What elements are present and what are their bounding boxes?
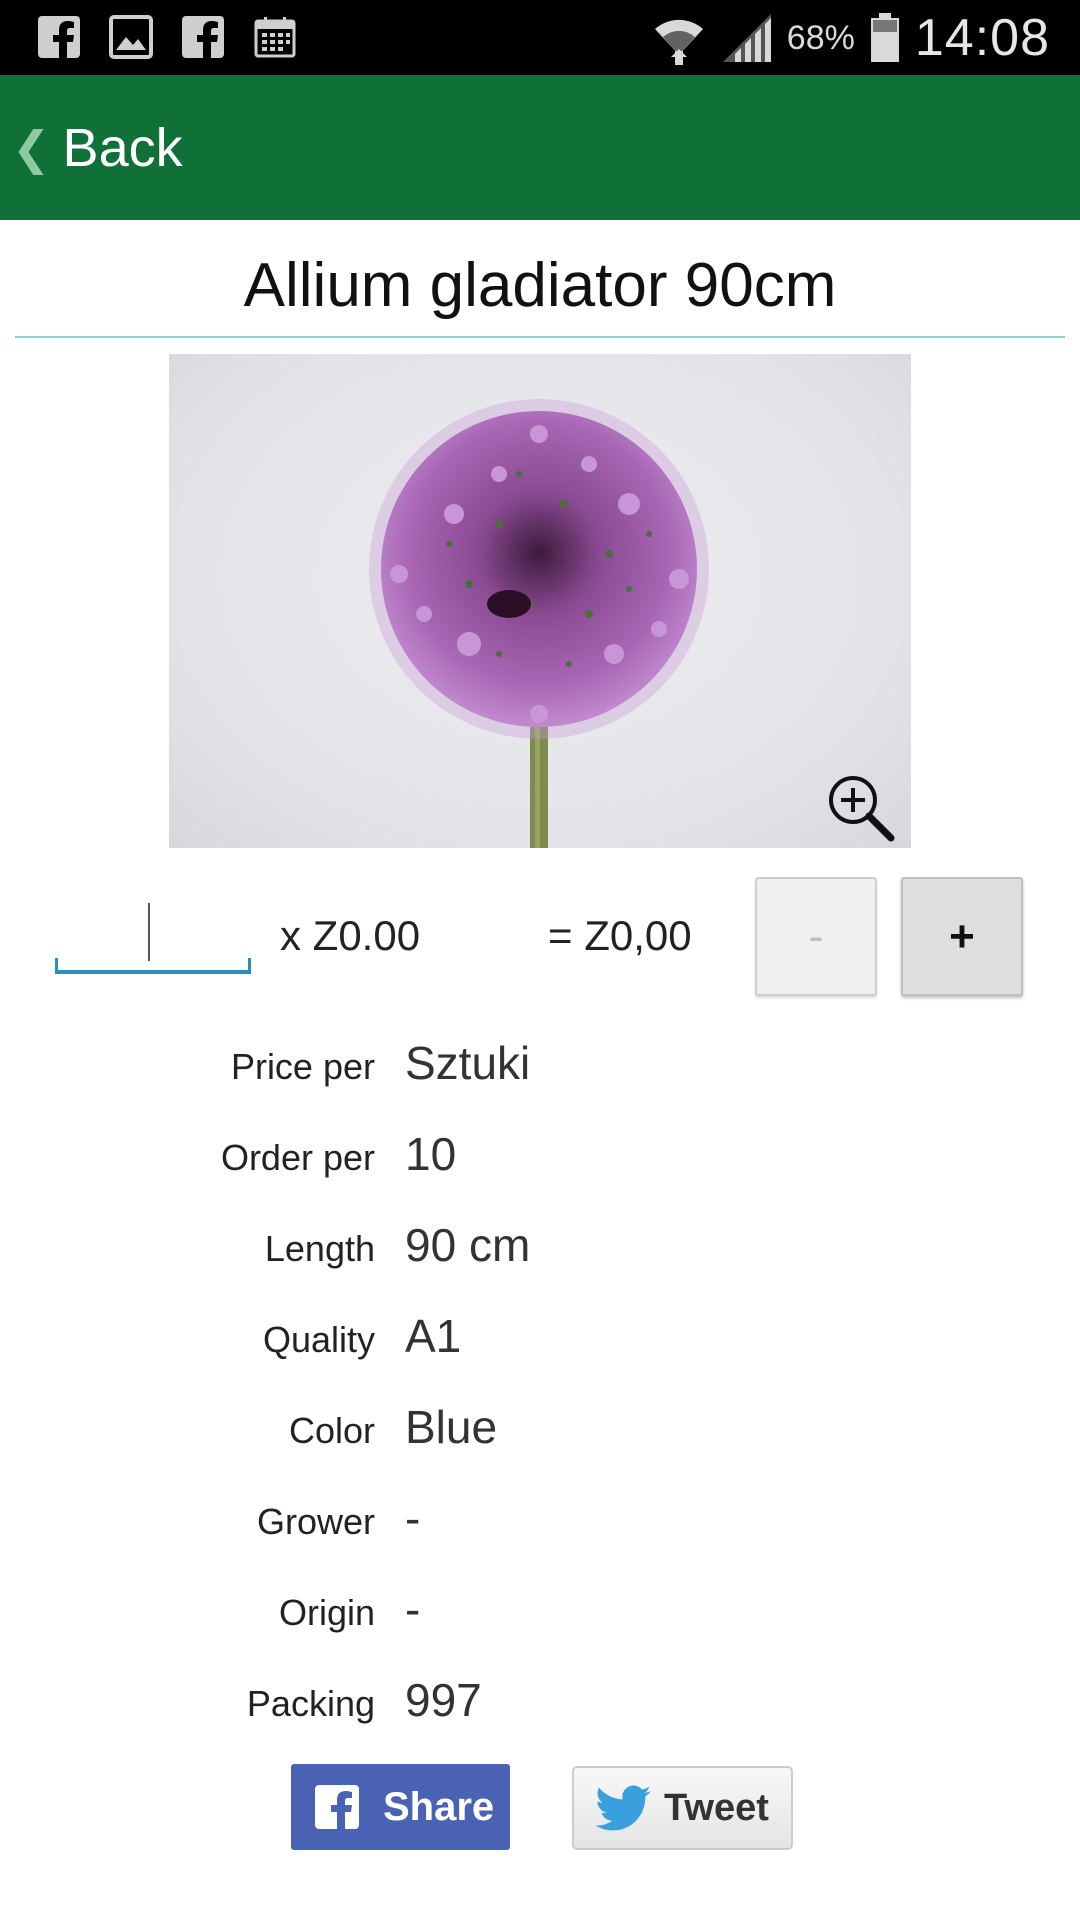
calendar-notification-icon — [252, 14, 298, 60]
quantity-input[interactable] — [55, 900, 251, 974]
back-chevron-icon: ❮ — [12, 122, 51, 174]
detail-label: Packing — [246, 1683, 375, 1724]
detail-value: A1 — [405, 1310, 462, 1362]
product-image[interactable] — [169, 354, 911, 848]
facebook-share-button[interactable]: Share — [291, 1764, 510, 1850]
detail-value: - — [405, 1583, 421, 1635]
quantity-input-edge — [248, 958, 251, 974]
detail-row-length: Length 90 cm — [0, 1206, 1080, 1297]
notification-icons — [36, 14, 298, 60]
back-label: Back — [62, 118, 183, 178]
quantity-input-edge — [55, 958, 58, 974]
detail-value: Sztuki — [405, 1037, 531, 1089]
decrease-quantity-button[interactable]: - — [755, 877, 877, 996]
detail-label: Quality — [262, 1319, 375, 1360]
unit-price: x Z0.00 — [280, 912, 421, 959]
detail-label: Length — [264, 1228, 375, 1269]
system-status: 68% 14:08 — [651, 8, 1050, 68]
detail-label: Grower — [256, 1501, 375, 1542]
detail-value: - — [405, 1492, 421, 1544]
status-bar: 68% 14:08 — [0, 0, 1080, 75]
detail-row-grower: Grower - — [0, 1479, 1080, 1570]
zoom-in-icon[interactable] — [825, 772, 897, 844]
detail-label: Color — [288, 1410, 375, 1451]
detail-row-price-per: Price per Sztuki — [0, 1024, 1080, 1115]
app-bar: ❮ Back — [0, 75, 1080, 220]
detail-row-packing: Packing 997 — [0, 1661, 1080, 1752]
page-title: Allium gladiator 90cm — [243, 250, 837, 320]
total-price: = Z0,00 — [548, 912, 692, 959]
facebook-icon — [315, 1785, 359, 1829]
detail-value: 997 — [405, 1674, 482, 1726]
clock: 14:08 — [914, 9, 1050, 67]
allium-flower-illustration — [369, 399, 709, 848]
image-notification-icon — [108, 14, 154, 60]
detail-row-order-per: Order per 10 — [0, 1115, 1080, 1206]
facebook-notification-icon — [180, 14, 226, 60]
signal-icon — [722, 14, 771, 62]
detail-value: Blue — [405, 1401, 498, 1453]
detail-label: Price per — [230, 1046, 375, 1087]
battery-icon — [870, 13, 899, 62]
text-cursor — [148, 903, 150, 961]
tweet-button[interactable]: Tweet — [572, 1766, 793, 1850]
detail-value: 90 cm — [405, 1219, 531, 1271]
increase-quantity-button[interactable]: + — [901, 877, 1023, 996]
wifi-icon — [654, 19, 703, 65]
detail-value: 10 — [405, 1128, 457, 1180]
facebook-share-label: Share — [383, 1784, 495, 1829]
twitter-bird-icon — [596, 1785, 651, 1831]
back-button[interactable]: ❮ Back — [12, 113, 183, 183]
facebook-notification-icon — [36, 14, 82, 60]
title-bar: Allium gladiator 90cm — [15, 220, 1065, 338]
detail-row-quality: Quality A1 — [0, 1297, 1080, 1388]
battery-percent: 68% — [786, 18, 855, 57]
detail-row-color: Color Blue — [0, 1388, 1080, 1479]
detail-row-origin: Origin - — [0, 1570, 1080, 1661]
tweet-label: Tweet — [664, 1786, 769, 1829]
detail-label: Order per — [220, 1137, 375, 1178]
detail-label: Origin — [278, 1592, 375, 1633]
